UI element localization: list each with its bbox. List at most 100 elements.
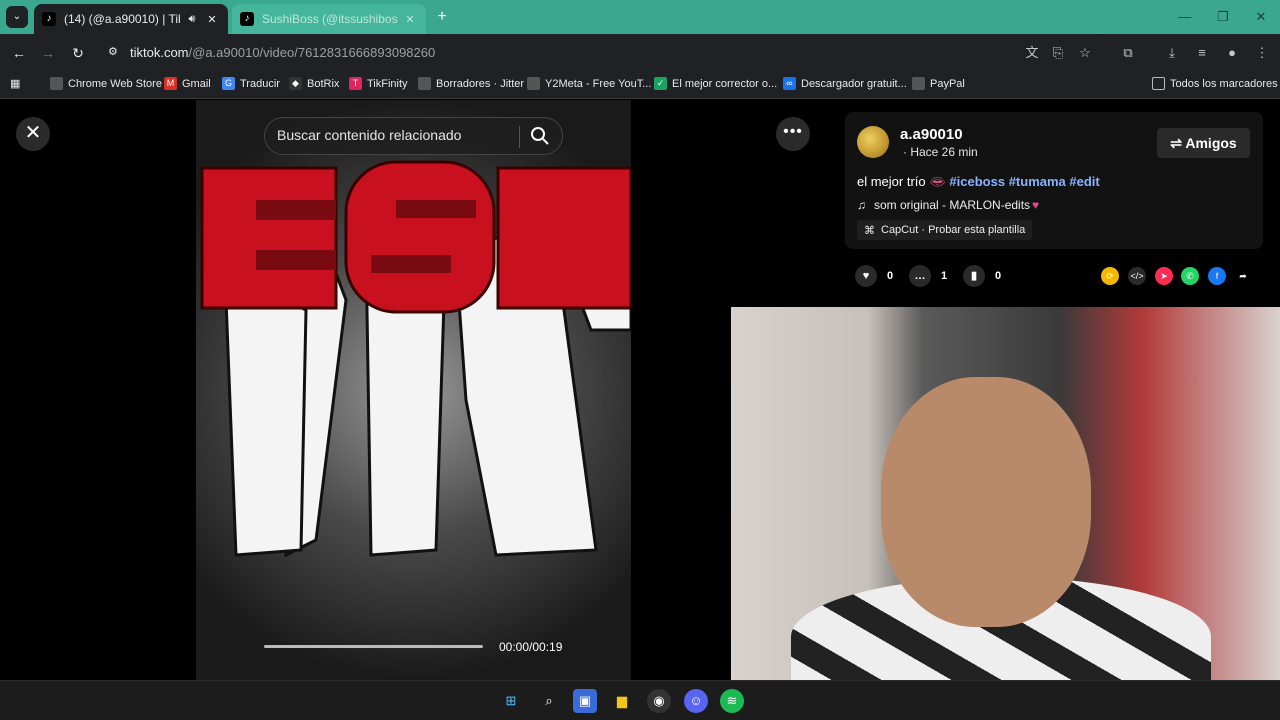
close-icon[interactable]: ✕ [402, 13, 418, 26]
botrix-icon: ◆ [289, 77, 302, 90]
video-progress-bar[interactable] [264, 645, 483, 648]
video-frame [200, 160, 631, 558]
share-arrow-icon[interactable]: ➦ [1234, 267, 1252, 285]
username[interactable]: a.a90010 [900, 126, 963, 143]
video-time: 00:00/00:19 [499, 640, 563, 654]
whatsapp-icon[interactable]: ✆ [1181, 267, 1199, 285]
corrector-icon: ✓ [654, 77, 667, 90]
related-search-box[interactable] [264, 117, 563, 155]
globe-icon [527, 77, 540, 90]
search-divider [519, 126, 520, 148]
bookmark-chrome-web-store[interactable]: Chrome Web Store [50, 77, 162, 90]
bookmark-paypal[interactable]: PayPal [912, 77, 965, 90]
tab-title: SushiBoss (@itssushiboss) | TikTok [262, 12, 398, 26]
capcut-template-button[interactable]: ⌘ CapCut · Probar esta plantilla [857, 220, 1033, 240]
chrome-icon[interactable]: ◉ [647, 689, 671, 713]
embed-icon[interactable]: </> [1128, 267, 1146, 285]
webcam-person [881, 377, 1091, 627]
reload-button[interactable]: ↻ [67, 42, 89, 64]
apps-icon[interactable]: ▦ [10, 77, 20, 90]
webcam-overlay [731, 307, 1280, 680]
all-bookmarks-folder[interactable]: Todos los marcadores [1152, 77, 1278, 90]
heart-icon: ♥ [855, 265, 877, 287]
tiktok-page: ✕ Buscar contenido relacionado ••• 00:00… [0, 100, 1280, 680]
media-icon[interactable]: ≡ [1192, 43, 1212, 63]
spotify-icon[interactable]: ≋ [720, 689, 744, 713]
friends-icon: ⇌ [1170, 135, 1186, 151]
windows-start-icon[interactable]: ⊞ [499, 689, 523, 713]
bookmark-corrector[interactable]: ✓ El mejor corrector o... [654, 77, 777, 90]
windows-taskbar: ⊞ ⌕ ▣ ▆ ◉ ☺ ≋ [0, 680, 1280, 720]
address-bar[interactable]: ⚙ tiktok.com/@a.a90010/video/76128316668… [100, 38, 1108, 67]
facebook-icon[interactable]: f [1208, 267, 1226, 285]
extensions-icon[interactable]: ⧉ [1118, 43, 1138, 63]
bookmark-star-icon[interactable]: ☆ [1075, 43, 1095, 63]
new-tab-button[interactable]: + [432, 7, 452, 27]
store-icon[interactable]: ▣ [573, 689, 597, 713]
tab-sushiboss[interactable]: ♪ SushiBoss (@itssushiboss) | TikTok ✕ [232, 4, 426, 34]
hashtag-edit[interactable]: #edit [1069, 174, 1099, 189]
post-info-card: a.a90010 · Hace 26 min ⇌ Amigos el mejor… [845, 112, 1263, 249]
bookmark-y2meta[interactable]: Y2Meta - Free YouT... [527, 77, 651, 90]
music-note-icon: ♫ [857, 198, 866, 212]
search-icon[interactable] [530, 126, 550, 146]
browser-toolbar: ← → ↻ ⚙ tiktok.com/@a.a90010/video/76128… [0, 34, 1280, 71]
speaker-icon[interactable]: 🔊︎ [184, 13, 200, 26]
send-icon[interactable]: ➤ [1155, 267, 1173, 285]
translate-icon[interactable]: 文 [1022, 43, 1042, 63]
restore-button[interactable]: ❐ [1204, 0, 1242, 34]
more-options-button[interactable]: ••• [776, 117, 810, 151]
caption: el mejor trío 👄︎ #iceboss #tumama #edit [857, 174, 1100, 189]
chrome-icon [50, 77, 63, 90]
posted-time: · Hace 26 min [903, 145, 978, 159]
related-search-input[interactable] [277, 127, 517, 143]
capcut-icon: ⌘ [864, 224, 875, 237]
bookmark-traducir[interactable]: G Traducir [222, 77, 280, 90]
url-text[interactable]: tiktok.com/@a.a90010/video/7612831666893… [130, 45, 435, 60]
comment-button[interactable]: … 1 [909, 265, 947, 287]
globe-icon [418, 77, 431, 90]
lips-emoji-icon: 👄︎ [929, 174, 946, 189]
menu-icon[interactable]: ⋮ [1252, 43, 1272, 63]
minimize-button[interactable]: — [1166, 0, 1204, 34]
profile-icon[interactable]: ● [1222, 43, 1242, 63]
install-app-icon[interactable]: ⎘ [1048, 43, 1068, 63]
file-explorer-icon[interactable]: ▆ [610, 689, 634, 713]
music-link[interactable]: ♫ som original - MARLON-edits ♥ [857, 198, 1039, 212]
heart-emoji-icon: ♥ [1032, 198, 1040, 212]
avatar[interactable] [857, 126, 889, 158]
bookmark-botrix[interactable]: ◆ BotRix [289, 77, 339, 90]
tiktok-icon: ♪ [42, 12, 56, 26]
repost-icon[interactable]: ⟳ [1101, 267, 1119, 285]
translate-icon: G [222, 77, 235, 90]
discord-icon[interactable]: ☺ [684, 689, 708, 713]
site-info-icon[interactable]: ⚙ [108, 45, 122, 59]
like-button[interactable]: ♥ 0 [855, 265, 893, 287]
close-video-button[interactable]: ✕ [16, 117, 50, 151]
tab-tiktok-active[interactable]: ♪ (14) (@a.a90010) | TikTok 🔊︎ ✕ [34, 4, 228, 34]
tiktok-icon: ♪ [240, 12, 254, 26]
search-icon[interactable]: ⌕ [537, 689, 561, 713]
bookmark-descargador[interactable]: ∞ Descargador gratuit... [783, 77, 907, 90]
tab-strip: ⌄ ♪ (14) (@a.a90010) | TikTok 🔊︎ ✕ ♪ Sus… [0, 0, 1280, 34]
save-button[interactable]: ▮ 0 [963, 265, 1001, 287]
globe-icon [912, 77, 925, 90]
back-button[interactable]: ← [8, 42, 30, 64]
folder-icon [1152, 77, 1165, 90]
tab-search-button[interactable]: ⌄ [6, 6, 28, 28]
bookmarks-bar: ▦ Chrome Web Store M Gmail G Traducir ◆ Bot… [0, 71, 1280, 99]
bookmark-gmail[interactable]: M Gmail [164, 77, 211, 90]
bookmark-jitter[interactable]: Borradores · Jitter [418, 77, 524, 90]
hashtag-iceboss[interactable]: #iceboss [949, 174, 1005, 189]
tikfinity-icon: T [349, 77, 362, 90]
hashtag-tumama[interactable]: #tumama [1009, 174, 1066, 189]
forward-button[interactable]: → [37, 42, 59, 64]
downloads-icon[interactable]: ⤓ [1162, 43, 1182, 63]
video-player[interactable] [196, 100, 631, 680]
close-window-button[interactable]: ✕ [1242, 0, 1280, 34]
friends-button[interactable]: ⇌ Amigos [1157, 128, 1250, 158]
tab-title: (14) (@a.a90010) | TikTok [64, 12, 180, 26]
close-icon[interactable]: ✕ [204, 13, 220, 26]
download-icon: ∞ [783, 77, 796, 90]
bookmark-tikfinity[interactable]: T TikFinity [349, 77, 408, 90]
